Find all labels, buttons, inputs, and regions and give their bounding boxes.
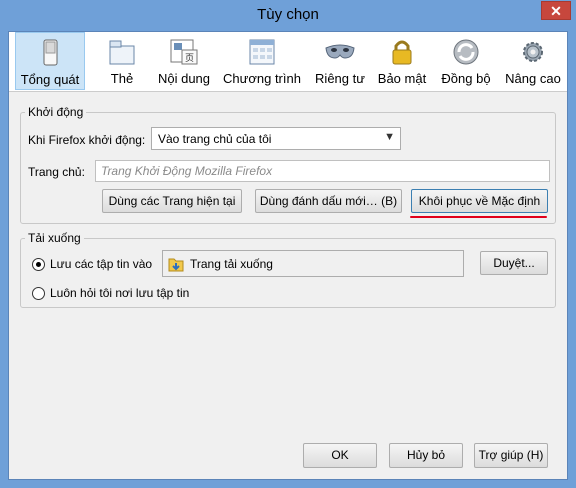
use-current-pages-label: Dùng các Trang hiện tại [108, 194, 236, 208]
applications-icon [249, 39, 275, 65]
tab-content[interactable]: 页 Nội dung [155, 32, 213, 90]
window-title: Tùy chọn [257, 6, 319, 23]
use-current-pages-button[interactable]: Dùng các Trang hiện tại [102, 189, 242, 213]
save-to-radio[interactable] [32, 258, 45, 271]
browse-button[interactable]: Duyệt... [480, 251, 548, 275]
restore-default-label: Khôi phục về Mặc định [418, 194, 541, 208]
help-button[interactable]: Trợ giúp (H) [474, 443, 548, 468]
ok-button[interactable]: OK [303, 443, 377, 468]
help-label: Trợ giúp (H) [478, 448, 544, 462]
startup-action-select[interactable]: Vào trang chủ của tôi ▼ [151, 127, 401, 150]
gear-icon [523, 42, 543, 62]
tab-advanced[interactable]: Nâng cao [502, 32, 564, 90]
download-folder-value: Trang tải xuống [190, 257, 273, 271]
tab-label: Đồng bộ [441, 71, 491, 86]
startup-action-value: Vào trang chủ của tôi [158, 132, 272, 146]
tab-label: Tổng quát [20, 72, 80, 87]
switch-icon [43, 39, 58, 66]
sync-icon [453, 39, 479, 65]
folder-download-icon [168, 258, 184, 272]
startup-group: Khởi động Khi Firefox khởi động: Vào tra… [20, 105, 556, 224]
tab-security[interactable]: Bảo mật [373, 32, 431, 90]
downloads-group: Tải xuống Lưu các tập tin vào Trang tải … [20, 231, 556, 308]
tab-tabs[interactable]: Thẻ [91, 32, 153, 90]
home-page-input[interactable]: Trang Khởi Động Mozilla Firefox [95, 160, 550, 182]
tab-privacy[interactable]: Riêng tư [309, 32, 371, 90]
home-page-placeholder: Trang Khởi Động Mozilla Firefox [101, 164, 273, 178]
tab-label: Riêng tư [315, 71, 365, 86]
content-icon: 页 [170, 39, 198, 65]
browse-label: Duyệt... [493, 256, 535, 270]
save-to-label: Lưu các tập tin vào [50, 257, 153, 271]
svg-text:页: 页 [185, 53, 194, 64]
cancel-label: Hủy bỏ [406, 448, 446, 462]
tab-label: Nội dung [157, 71, 211, 86]
download-folder-field[interactable]: Trang tải xuống [162, 250, 464, 277]
tab-general[interactable]: Tổng quát [15, 32, 85, 90]
tab-applications[interactable]: Chương trình [222, 32, 302, 90]
cancel-button[interactable]: Hủy bỏ [389, 443, 463, 468]
startup-when-label: Khi Firefox khởi động: [28, 133, 146, 147]
tabs-icon [109, 40, 135, 65]
startup-group-label: Khởi động [25, 105, 87, 119]
privacy-mask-icon [325, 44, 355, 59]
padlock-icon [392, 40, 412, 65]
chevron-down-icon: ▼ [384, 131, 395, 143]
restore-default-button[interactable]: Khôi phục về Mặc định [411, 189, 548, 213]
always-ask-radio[interactable] [32, 287, 45, 300]
dialog-body: Tổng quát Thẻ 页 Nội dung Chương trình Ri… [8, 31, 568, 480]
downloads-group-label: Tải xuống [25, 231, 84, 245]
title-bar[interactable]: Tùy chọn ✕ [0, 0, 576, 30]
use-bookmark-label: Dùng đánh dấu mới… (B) [259, 194, 398, 208]
ok-label: OK [331, 448, 349, 462]
category-toolbar: Tổng quát Thẻ 页 Nội dung Chương trình Ri… [9, 32, 567, 92]
tab-label: Thẻ [110, 71, 134, 86]
red-underline-annotation [410, 216, 547, 218]
options-window: Tùy chọn ✕ Tổng quát Thẻ 页 Nội dung Chươ… [0, 0, 576, 488]
always-ask-label: Luôn hỏi tôi nơi lưu tập tin [50, 286, 190, 300]
tab-label: Chương trình [223, 71, 301, 86]
tab-label: Nâng cao [505, 71, 561, 86]
close-button[interactable]: ✕ [541, 1, 571, 20]
tab-sync[interactable]: Đồng bộ [434, 32, 498, 90]
home-page-label: Trang chủ: [28, 165, 85, 179]
tab-label: Bảo mật [377, 71, 427, 86]
use-bookmark-button[interactable]: Dùng đánh dấu mới… (B) [255, 189, 402, 213]
